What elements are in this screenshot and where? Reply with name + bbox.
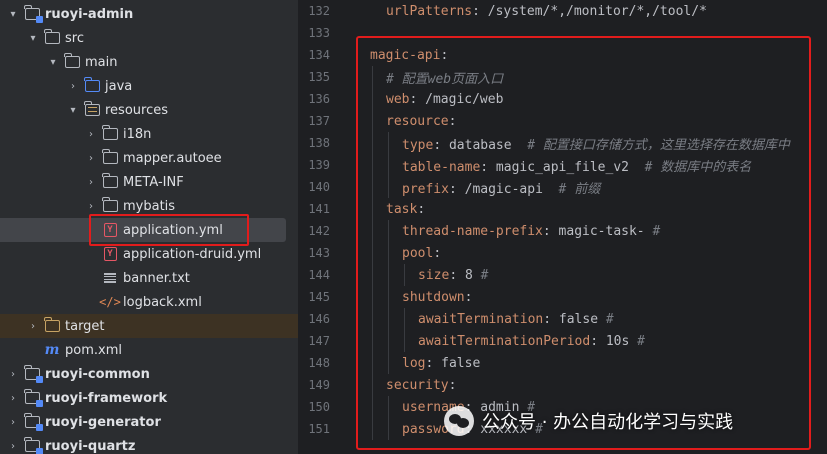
tree-item-label: main xyxy=(85,54,118,70)
tree-item-label: logback.xml xyxy=(123,294,202,310)
chevron-right-icon[interactable]: › xyxy=(8,386,18,410)
line-number: 142 xyxy=(308,224,330,238)
chevron-right-icon[interactable]: › xyxy=(68,74,78,98)
tree-item-label: java xyxy=(105,78,133,94)
module-folder-icon xyxy=(24,413,43,431)
line-number: 132 xyxy=(308,4,330,18)
tree-item-meta-inf[interactable]: › META-INF xyxy=(0,170,298,194)
line-number: 151 xyxy=(308,422,330,436)
tree-item-label: src xyxy=(65,30,84,46)
tree-item-label: ruoyi-quartz xyxy=(45,438,136,454)
line-number: 137 xyxy=(308,114,330,128)
line-number: 135 xyxy=(308,70,330,84)
line-number: 147 xyxy=(308,334,330,348)
folder-icon xyxy=(102,125,118,142)
chevron-right-icon[interactable]: › xyxy=(28,314,38,338)
tree-item-logback-xml[interactable]: </> logback.xml xyxy=(0,290,298,314)
tree-item-label: mybatis xyxy=(123,198,176,214)
chevron-right-icon[interactable]: › xyxy=(8,362,18,386)
tree-item-resources[interactable]: ▾ resources xyxy=(0,98,298,122)
tree-item-banner-txt[interactable]: banner.txt xyxy=(0,266,298,290)
module-folder-icon xyxy=(24,5,43,23)
tree-item-ruoyi-admin[interactable]: ▾ ruoyi-admin xyxy=(0,2,298,26)
folder-icon xyxy=(102,197,118,214)
yaml-colon: : xyxy=(472,3,480,19)
line-number: 145 xyxy=(308,290,330,304)
tree-item-label: ruoyi-admin xyxy=(45,6,134,22)
chevron-right-icon[interactable]: › xyxy=(86,146,96,170)
wechat-logo-icon xyxy=(444,406,474,436)
tree-item-src[interactable]: ▾ src xyxy=(0,26,298,50)
tree-item-label: mapper.autoee xyxy=(123,150,222,166)
tree-item-label: ruoyi-common xyxy=(45,366,150,382)
line-number: 140 xyxy=(308,180,330,194)
tree-item-main[interactable]: ▾ main xyxy=(0,50,298,74)
watermark-text: 公众号 · 办公自动化学习与实践 xyxy=(482,412,734,433)
yaml-value: /system/*,/monitor/*,/tool/* xyxy=(479,3,707,19)
line-number: 134 xyxy=(308,48,330,62)
folder-icon xyxy=(64,53,80,70)
tree-item-label: target xyxy=(65,318,105,334)
chevron-right-icon[interactable]: › xyxy=(8,410,18,434)
chevron-down-icon[interactable]: ▾ xyxy=(68,98,78,122)
folder-icon xyxy=(102,173,118,190)
code-content: urlPatterns: /system/*,/monitor/*,/tool/… xyxy=(386,4,707,19)
line-number: 139 xyxy=(308,158,330,172)
line-number: 141 xyxy=(308,202,330,216)
tree-item-mapper-autoee[interactable]: › mapper.autoee xyxy=(0,146,298,170)
line-number: 136 xyxy=(308,92,330,106)
tree-item-label: application-druid.yml xyxy=(123,246,262,262)
module-folder-icon xyxy=(24,437,43,454)
line-number: 133 xyxy=(308,26,330,40)
tree-item-java[interactable]: › java xyxy=(0,74,298,98)
chevron-down-icon[interactable]: ▾ xyxy=(28,26,38,50)
module-folder-icon xyxy=(24,389,43,407)
tree-item-label: resources xyxy=(105,102,169,118)
tree-item-label: pom.xml xyxy=(65,342,122,358)
tree-item-i18n[interactable]: › i18n xyxy=(0,122,298,146)
line-number: 149 xyxy=(308,378,330,392)
line-number: 148 xyxy=(308,356,330,370)
code-line[interactable]: 132 urlPatterns: /system/*,/monitor/*,/to… xyxy=(298,0,827,22)
line-number: 146 xyxy=(308,312,330,326)
yaml-file-icon: Y xyxy=(102,246,118,262)
yaml-key: urlPatterns xyxy=(386,3,473,19)
excluded-folder-icon xyxy=(44,317,60,334)
module-folder-icon xyxy=(24,365,43,383)
line-number: 144 xyxy=(308,268,330,282)
resources-folder-icon xyxy=(84,101,100,118)
tree-item-ruoyi-framework[interactable]: › ruoyi-framework xyxy=(0,386,298,410)
tree-item-label: META-INF xyxy=(123,174,184,190)
highlight-box-magic-api-config xyxy=(356,36,811,450)
maven-icon: m xyxy=(44,342,60,358)
chevron-right-icon[interactable]: › xyxy=(8,434,18,454)
tree-item-label: i18n xyxy=(123,126,152,142)
folder-icon xyxy=(102,149,118,166)
tree-item-pom-xml[interactable]: m pom.xml xyxy=(0,338,298,362)
tree-item-label: ruoyi-framework xyxy=(45,390,168,406)
chevron-down-icon[interactable]: ▾ xyxy=(8,2,18,26)
line-number: 138 xyxy=(308,136,330,150)
tree-item-ruoyi-generator[interactable]: › ruoyi-generator xyxy=(0,410,298,434)
xml-file-icon: </> xyxy=(99,295,121,309)
text-file-icon xyxy=(102,270,118,286)
tree-item-target[interactable]: › target xyxy=(0,314,298,338)
chevron-right-icon[interactable]: › xyxy=(86,122,96,146)
tree-item-ruoyi-common[interactable]: › ruoyi-common xyxy=(0,362,298,386)
tree-item-label: ruoyi-generator xyxy=(45,414,161,430)
line-number: 143 xyxy=(308,246,330,260)
line-number: 150 xyxy=(308,400,330,414)
watermark: 公众号 · 办公自动化学习与实践 xyxy=(444,400,814,442)
chevron-down-icon[interactable]: ▾ xyxy=(48,50,58,74)
highlight-box-application-yml xyxy=(89,214,249,246)
folder-icon xyxy=(44,29,60,46)
tree-item-ruoyi-quartz[interactable]: › ruoyi-quartz xyxy=(0,434,298,454)
tree-item-label: banner.txt xyxy=(123,270,190,286)
chevron-right-icon[interactable]: › xyxy=(86,170,96,194)
source-folder-icon xyxy=(84,77,100,94)
